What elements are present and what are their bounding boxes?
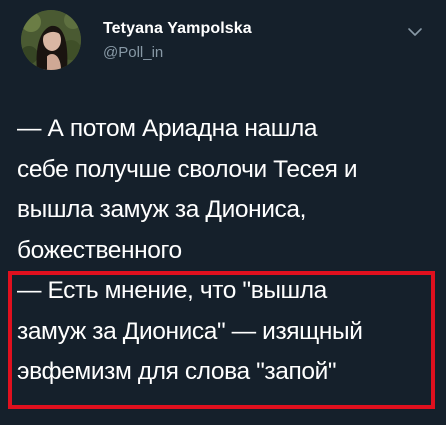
tweet-line: себе получше сволочи Тесея и (17, 155, 358, 183)
tweet-line: божественного (17, 236, 182, 264)
author-display-name[interactable]: Tetyana Yampolska (103, 20, 252, 38)
tweet-card: Tetyana Yampolska @Poll_in — А потом Ари… (0, 0, 446, 425)
author-handle[interactable]: @Poll_in (103, 44, 163, 61)
tweet-text: — А потом Ариадна нашла себе получше сво… (17, 109, 437, 393)
author-avatar[interactable] (21, 10, 81, 70)
tweet-line: — Есть мнение, что "вышла (17, 277, 327, 304)
chevron-down-icon[interactable] (406, 26, 424, 38)
tweet-line: эвфемизм для слова "запой" (17, 358, 337, 385)
tweet-line: вышла замуж за Диониса, (17, 196, 306, 223)
profile-photo-icon (21, 10, 81, 70)
tweet-line: — А потом Ариадна нашла (17, 115, 318, 142)
tweet-line: замуж за Диониса" — изящный (17, 317, 363, 345)
